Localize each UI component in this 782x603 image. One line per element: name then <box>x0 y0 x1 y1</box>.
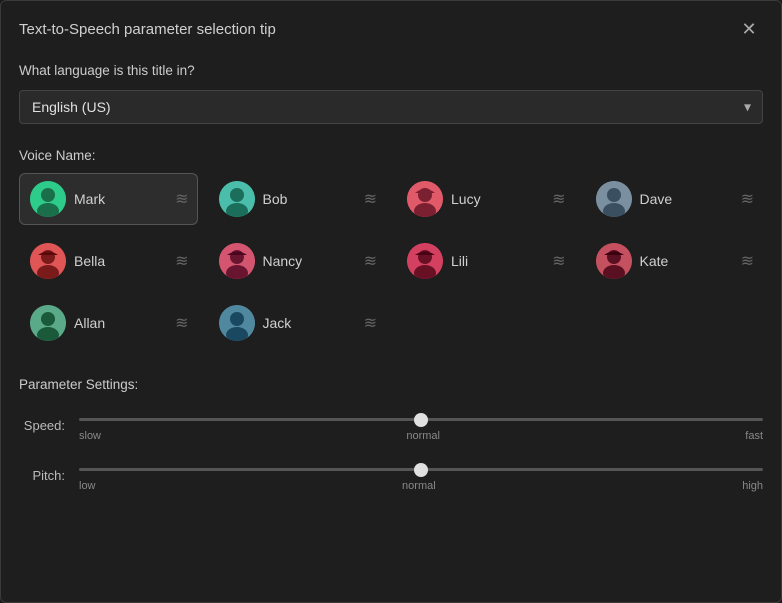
voice-name-bob: Bob <box>263 191 356 207</box>
voice-card-lili[interactable]: Lili ≋ <box>396 235 575 287</box>
pitch-label: Pitch: <box>19 468 65 483</box>
wave-icon-jack: ≋ <box>364 313 375 333</box>
speed-ticks: slow normal fast <box>79 430 763 442</box>
voice-card-dave[interactable]: Dave ≋ <box>585 173 764 225</box>
close-button[interactable]: ✕ <box>735 15 763 43</box>
wave-icon-bob: ≋ <box>364 189 375 209</box>
speed-slider-wrap: slow normal fast <box>79 408 763 442</box>
wave-icon-nancy: ≋ <box>364 251 375 271</box>
wave-icon-dave: ≋ <box>741 189 752 209</box>
avatar-kate <box>596 243 632 279</box>
voice-name-lili: Lili <box>451 253 544 269</box>
wave-icon-kate: ≋ <box>741 251 752 271</box>
params-section: Parameter Settings: Speed: slow normal f… <box>19 377 763 492</box>
avatar-jack <box>219 305 255 341</box>
voice-card-kate[interactable]: Kate ≋ <box>585 235 764 287</box>
voice-card-bob[interactable]: Bob ≋ <box>208 173 387 225</box>
wave-icon-allan: ≋ <box>175 313 186 333</box>
avatar-lili <box>407 243 443 279</box>
pitch-row: Pitch: low normal high <box>19 458 763 492</box>
avatar-bob <box>219 181 255 217</box>
voice-grid: Mark ≋ Bob ≋ <box>19 173 763 349</box>
titlebar: Text-to-Speech parameter selection tip ✕ <box>1 1 781 53</box>
pitch-slider[interactable] <box>79 468 763 471</box>
avatar-dave <box>596 181 632 217</box>
avatar-mark <box>30 181 66 217</box>
voice-card-bella[interactable]: Bella ≋ <box>19 235 198 287</box>
wave-icon-mark: ≋ <box>175 189 186 209</box>
speed-tick-slow: slow <box>79 430 101 442</box>
pitch-slider-wrap: low normal high <box>79 458 763 492</box>
dialog: Text-to-Speech parameter selection tip ✕… <box>0 0 782 603</box>
wave-icon-bella: ≋ <box>175 251 186 271</box>
dialog-title: Text-to-Speech parameter selection tip <box>19 21 276 38</box>
language-select[interactable]: English (US) English (UK) Spanish French… <box>19 90 763 124</box>
dialog-body: What language is this title in? English … <box>1 53 781 532</box>
avatar-lucy <box>407 181 443 217</box>
voice-name-bella: Bella <box>74 253 167 269</box>
voice-card-mark[interactable]: Mark ≋ <box>19 173 198 225</box>
avatar-nancy <box>219 243 255 279</box>
speed-label: Speed: <box>19 418 65 433</box>
voice-name-kate: Kate <box>640 253 733 269</box>
voice-name-lucy: Lucy <box>451 191 544 207</box>
voice-name-mark: Mark <box>74 191 167 207</box>
pitch-tick-normal: normal <box>402 480 436 492</box>
speed-tick-fast: fast <box>745 430 763 442</box>
voice-card-lucy[interactable]: Lucy ≋ <box>396 173 575 225</box>
voice-name-dave: Dave <box>640 191 733 207</box>
voice-name-nancy: Nancy <box>263 253 356 269</box>
voice-card-allan[interactable]: Allan ≋ <box>19 297 198 349</box>
voice-name-allan: Allan <box>74 315 167 331</box>
pitch-tick-high: high <box>742 480 763 492</box>
language-section: What language is this title in? English … <box>19 63 763 124</box>
params-label: Parameter Settings: <box>19 377 763 392</box>
pitch-tick-low: low <box>79 480 96 492</box>
speed-slider[interactable] <box>79 418 763 421</box>
wave-icon-lili: ≋ <box>552 251 563 271</box>
avatar-allan <box>30 305 66 341</box>
voice-name-label: Voice Name: <box>19 148 763 163</box>
language-select-wrapper: English (US) English (UK) Spanish French… <box>19 90 763 124</box>
language-question: What language is this title in? <box>19 63 763 78</box>
speed-row: Speed: slow normal fast <box>19 408 763 442</box>
voice-name-jack: Jack <box>263 315 356 331</box>
voice-card-nancy[interactable]: Nancy ≋ <box>208 235 387 287</box>
voice-card-jack[interactable]: Jack ≋ <box>208 297 387 349</box>
wave-icon-lucy: ≋ <box>552 189 563 209</box>
avatar-bella <box>30 243 66 279</box>
pitch-ticks: low normal high <box>79 480 763 492</box>
speed-tick-normal: normal <box>406 430 440 442</box>
